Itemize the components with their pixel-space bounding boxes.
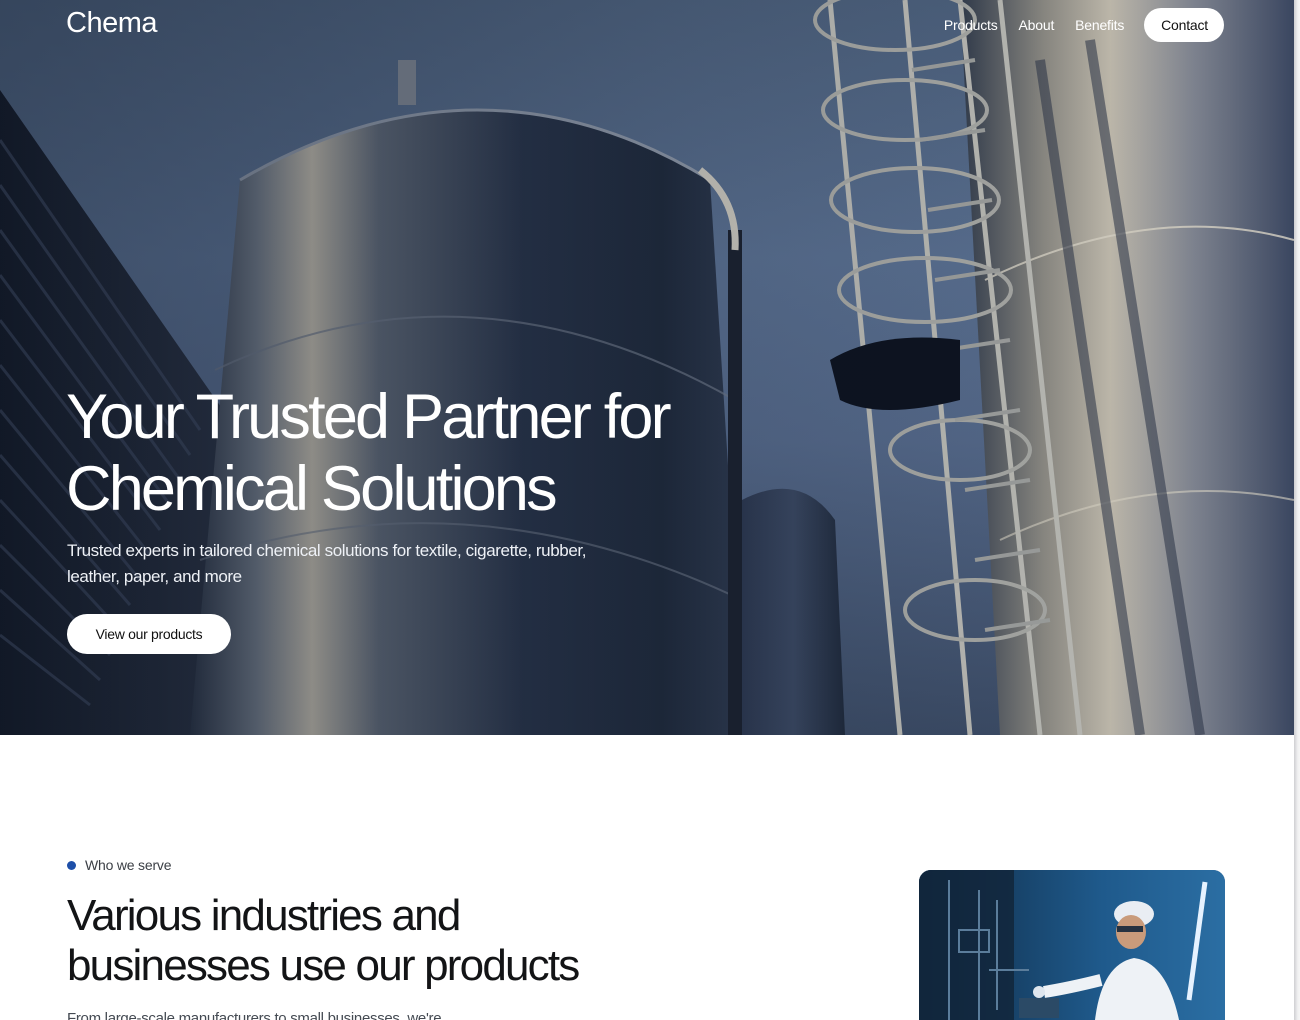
hero-title-line-2: Chemical Solutions: [66, 454, 558, 524]
top-nav: Products About Benefits Contact: [923, 8, 1224, 42]
section-title: Various industries and businesses use ou…: [67, 891, 707, 991]
window-edge: [1294, 0, 1300, 1020]
contact-button[interactable]: Contact: [1144, 8, 1224, 42]
lab-scientist-image: [919, 870, 1225, 1020]
eyebrow-label: Who we serve: [85, 857, 172, 873]
section-body: From large-scale manufacturers to small …: [67, 1010, 442, 1020]
nav-link-products[interactable]: Products: [944, 17, 998, 33]
brand-logo[interactable]: Chema: [66, 7, 158, 40]
hero-title-line-1: Your Trusted Partner for: [66, 382, 672, 452]
hero-title: Your Trusted Partner for Chemical Soluti…: [66, 381, 786, 525]
nav-link-benefits[interactable]: Benefits: [1075, 17, 1124, 33]
section-title-line-2: businesses use our products: [67, 941, 580, 990]
accent-dot-icon: [67, 860, 76, 870]
section-eyebrow: Who we serve: [67, 857, 171, 873]
hero-section: Chema Products About Benefits Contact Yo…: [0, 0, 1294, 735]
hero-subtitle: Trusted experts in tailored chemical sol…: [67, 541, 587, 586]
section-title-line-1: Various industries and: [67, 891, 461, 940]
nav-link-about[interactable]: About: [1019, 17, 1055, 33]
view-products-button[interactable]: View our products: [67, 614, 231, 654]
page: Chema Products About Benefits Contact Yo…: [0, 0, 1294, 1020]
